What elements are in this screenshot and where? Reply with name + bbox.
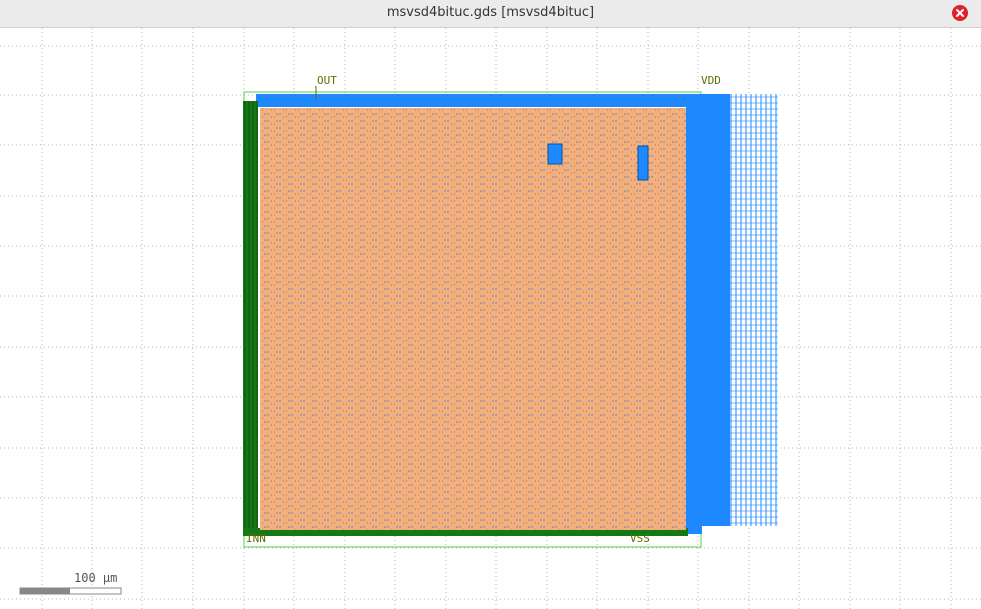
layout-canvas[interactable]: OUT VDD INN VSS 100 µm [0,28,981,609]
pin-label-vss: VSS [630,532,650,545]
layout-viewer-window: msvsd4bituc.gds [msvsd4bituc] OUT VDD IN… [0,0,981,609]
via-block-2 [637,145,649,181]
title-bar: msvsd4bituc.gds [msvsd4bituc] [0,0,981,28]
pin-label-out: OUT [317,74,337,87]
left-guard-ring [243,101,258,536]
cell-layout[interactable] [243,86,778,548]
scale-bar: 100 µm [19,571,122,595]
close-icon [952,5,968,21]
scale-bar-label: 100 µm [74,571,117,585]
close-button[interactable] [952,5,968,21]
scale-bar-fill [20,588,70,594]
pin-label-inn: INN [246,532,266,545]
pin-label-vdd: VDD [701,74,721,87]
top-power-strap [256,94,702,107]
right-power-strap [686,94,702,534]
window-title: msvsd4bituc.gds [msvsd4bituc] [386,5,595,20]
via-block-1 [547,143,563,165]
core-array [260,108,686,530]
vdd-rail-strap [700,94,730,526]
